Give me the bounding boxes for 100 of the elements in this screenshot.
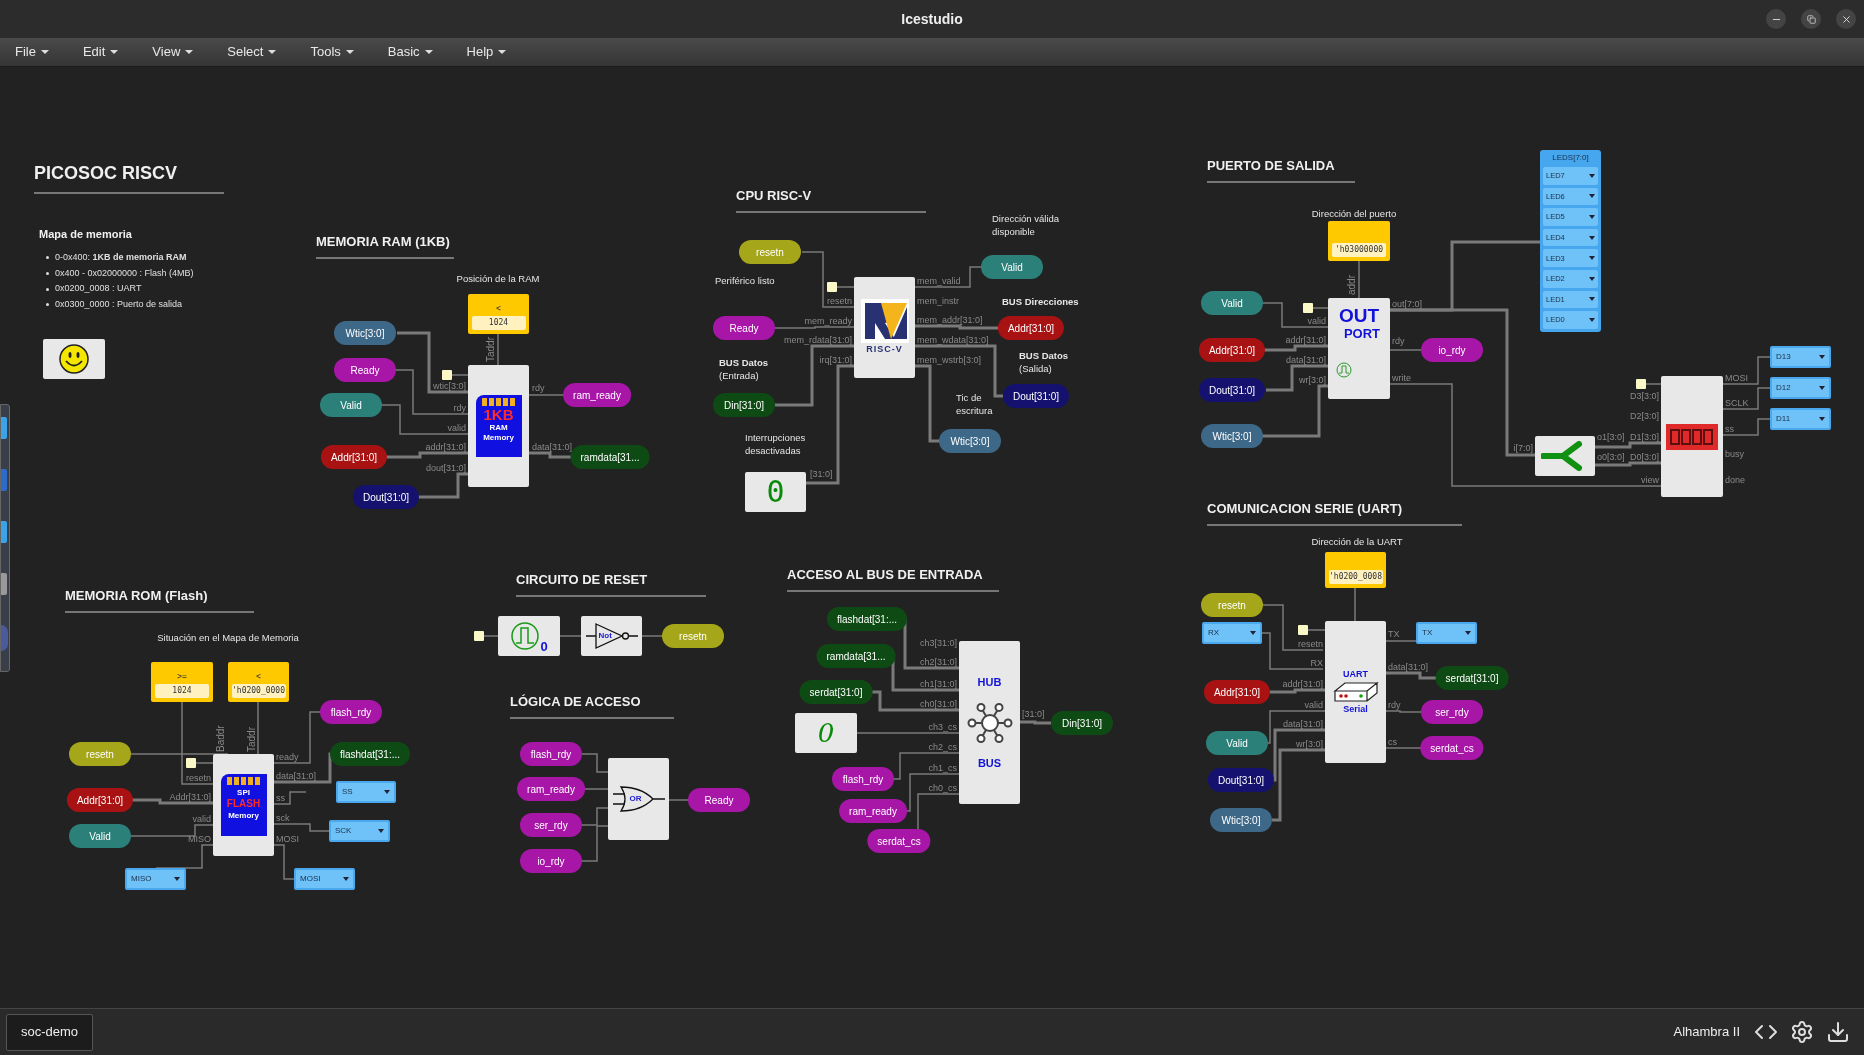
close-button[interactable] bbox=[1836, 9, 1856, 29]
pin-select[interactable]: D13 bbox=[1770, 346, 1831, 368]
memory-map-heading: Mapa de memoria bbox=[39, 227, 132, 242]
wire bbox=[418, 472, 468, 499]
constant-value[interactable]: 1024 bbox=[155, 684, 209, 698]
port-label: out[7:0] bbox=[1392, 298, 1423, 311]
wire bbox=[1722, 387, 1771, 410]
tool-icon bbox=[1, 521, 7, 543]
constant-value[interactable]: 1024 bbox=[471, 316, 526, 330]
caret-icon bbox=[110, 50, 119, 54]
net-label: Ready bbox=[688, 788, 750, 812]
net-label: Dout[31:0] bbox=[1198, 378, 1266, 402]
net-label: ram_ready bbox=[839, 799, 907, 823]
device-icon bbox=[1332, 681, 1379, 703]
port-label: rdy bbox=[532, 382, 545, 395]
menu-item[interactable]: Tools bbox=[310, 42, 354, 62]
section-title: LÓGICA DE ACCESO bbox=[510, 692, 674, 719]
wire bbox=[1020, 720, 1052, 725]
net-label: ram_ready bbox=[563, 383, 631, 407]
annotation: Periférico listo bbox=[715, 274, 775, 287]
caret-icon bbox=[1589, 173, 1595, 178]
memory-label: SPI bbox=[237, 787, 250, 798]
port-label: ch3_cs bbox=[928, 721, 957, 734]
port-label: resetn bbox=[827, 295, 852, 308]
port-label: addr bbox=[1346, 275, 1358, 295]
pin-select[interactable]: D12 bbox=[1770, 377, 1831, 399]
port-label: resetn bbox=[186, 772, 211, 785]
settings-icon[interactable] bbox=[1790, 1020, 1814, 1044]
caret-icon bbox=[1589, 215, 1595, 219]
net-label: Din[31:0] bbox=[1051, 711, 1113, 735]
port-label: [31:0] bbox=[810, 468, 833, 481]
tool-icon bbox=[1, 573, 7, 595]
port-label: mem_wstrb[3:0] bbox=[917, 354, 982, 367]
port-label: ch1_cs bbox=[928, 762, 957, 775]
close-icon bbox=[1840, 13, 1852, 25]
net-label: Valid bbox=[69, 824, 131, 848]
pin-select[interactable]: MOSI bbox=[294, 868, 355, 890]
pin-select[interactable]: MISO bbox=[125, 868, 186, 890]
input-marker bbox=[186, 758, 196, 768]
section-title: PICOSOC RISCV bbox=[34, 160, 224, 194]
port-label: addr[31:0] bbox=[1285, 334, 1326, 347]
block-subtitle: Serial bbox=[1343, 703, 1368, 716]
constant-value: 0 bbox=[766, 477, 785, 507]
port-label: sck bbox=[276, 812, 290, 825]
project-tab[interactable]: soc-demo bbox=[6, 1013, 94, 1051]
constant-value[interactable]: 'h03000000 bbox=[1332, 243, 1386, 257]
pulse-value: 0 bbox=[540, 637, 548, 656]
caret-icon bbox=[1250, 631, 1256, 635]
port-label: busy bbox=[1725, 448, 1744, 461]
port-label: data[31:0] bbox=[1388, 661, 1429, 674]
port-label: mem_rdata[31:0] bbox=[783, 334, 852, 347]
download-icon[interactable] bbox=[1826, 1020, 1850, 1044]
port-label: ch0[31:0] bbox=[919, 698, 957, 711]
memory-label: RAM bbox=[489, 423, 508, 433]
port-label: view bbox=[1641, 474, 1659, 487]
wire bbox=[914, 266, 983, 288]
restore-button[interactable] bbox=[1801, 9, 1821, 29]
bullet-icon bbox=[46, 303, 49, 307]
menu-item[interactable]: Help bbox=[466, 42, 507, 62]
input-marker bbox=[1298, 625, 1308, 635]
wire bbox=[892, 752, 960, 780]
port-label: data[31:0] bbox=[1285, 354, 1326, 367]
pin-select[interactable]: TX bbox=[1416, 622, 1477, 644]
port-label: i[7:0] bbox=[1513, 442, 1533, 455]
annotation: Dirección del puerto bbox=[1311, 207, 1397, 220]
bullet-icon bbox=[46, 271, 49, 275]
port-label: addr[31:0] bbox=[425, 441, 466, 454]
net-label: Addr[31:0] bbox=[997, 316, 1065, 340]
port-label: D3[3:0] bbox=[1629, 390, 1659, 403]
pin-select[interactable]: SCK bbox=[329, 820, 390, 842]
section-title: PUERTO DE SALIDA bbox=[1207, 156, 1355, 183]
menu-item[interactable]: Basic bbox=[387, 42, 433, 62]
input-marker bbox=[827, 282, 837, 292]
pin-select[interactable]: SS bbox=[336, 781, 396, 803]
menu-item[interactable]: Select bbox=[227, 42, 277, 62]
net-label: Addr[31:0] bbox=[320, 445, 388, 469]
constant-value[interactable]: 'h0200_0008 bbox=[1328, 570, 1383, 584]
pin-select[interactable]: D11 bbox=[1770, 408, 1831, 430]
port-label: TX bbox=[1388, 628, 1400, 641]
net-label: Valid bbox=[1206, 731, 1268, 755]
port-label: valid bbox=[192, 813, 211, 826]
or-gate-icon bbox=[612, 784, 665, 814]
constant-value[interactable]: 'h0200_0000 bbox=[231, 684, 286, 698]
section-title: CPU RISC-V bbox=[736, 186, 926, 213]
annotation: Interrupciones desactivadas bbox=[745, 431, 807, 457]
menu-item[interactable]: Edit bbox=[82, 42, 119, 62]
menu-item[interactable]: File bbox=[15, 42, 49, 62]
caret-icon bbox=[498, 50, 507, 54]
restore-icon bbox=[1806, 14, 1816, 24]
net-label: ram_ready bbox=[517, 777, 585, 801]
pin-select[interactable]: RX bbox=[1202, 622, 1262, 644]
board-name: Alhambra II bbox=[1673, 1023, 1740, 1042]
caret-icon bbox=[378, 829, 384, 833]
seven-segment-display-icon bbox=[1666, 423, 1718, 450]
port-label: resetn bbox=[1298, 638, 1323, 651]
port-label: mem_wdata[31:0] bbox=[917, 334, 989, 347]
menu-item[interactable]: View bbox=[152, 42, 194, 62]
net-label: Wtic[3:0] bbox=[1210, 808, 1272, 832]
caret-icon bbox=[384, 790, 390, 794]
port-label: [31:0] bbox=[1022, 708, 1045, 721]
